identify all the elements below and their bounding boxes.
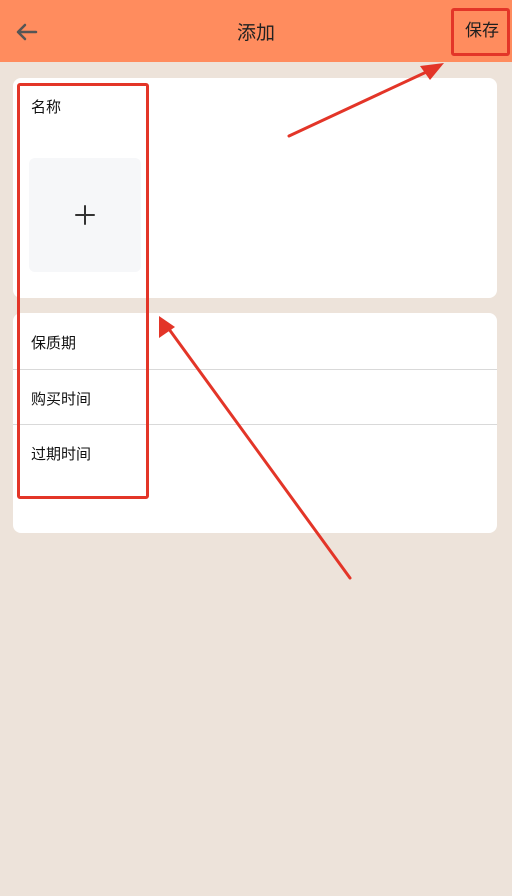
purchase-time-label[interactable]: 购买时间: [31, 388, 91, 409]
expiry-time-label[interactable]: 过期时间: [31, 443, 91, 464]
app-header: 添加 保存: [0, 0, 512, 62]
plus-icon: [75, 205, 95, 225]
save-button[interactable]: 保存: [462, 21, 502, 41]
shelf-life-label[interactable]: 保质期: [31, 332, 76, 353]
name-label: 名称: [31, 98, 62, 116]
dates-card: 保质期 购买时间 过期时间: [13, 313, 497, 533]
page-title: 添加: [236, 22, 275, 44]
divider: [13, 424, 497, 425]
image-upload-button[interactable]: [29, 158, 141, 272]
name-card: 名称: [13, 78, 497, 298]
divider: [13, 369, 497, 370]
